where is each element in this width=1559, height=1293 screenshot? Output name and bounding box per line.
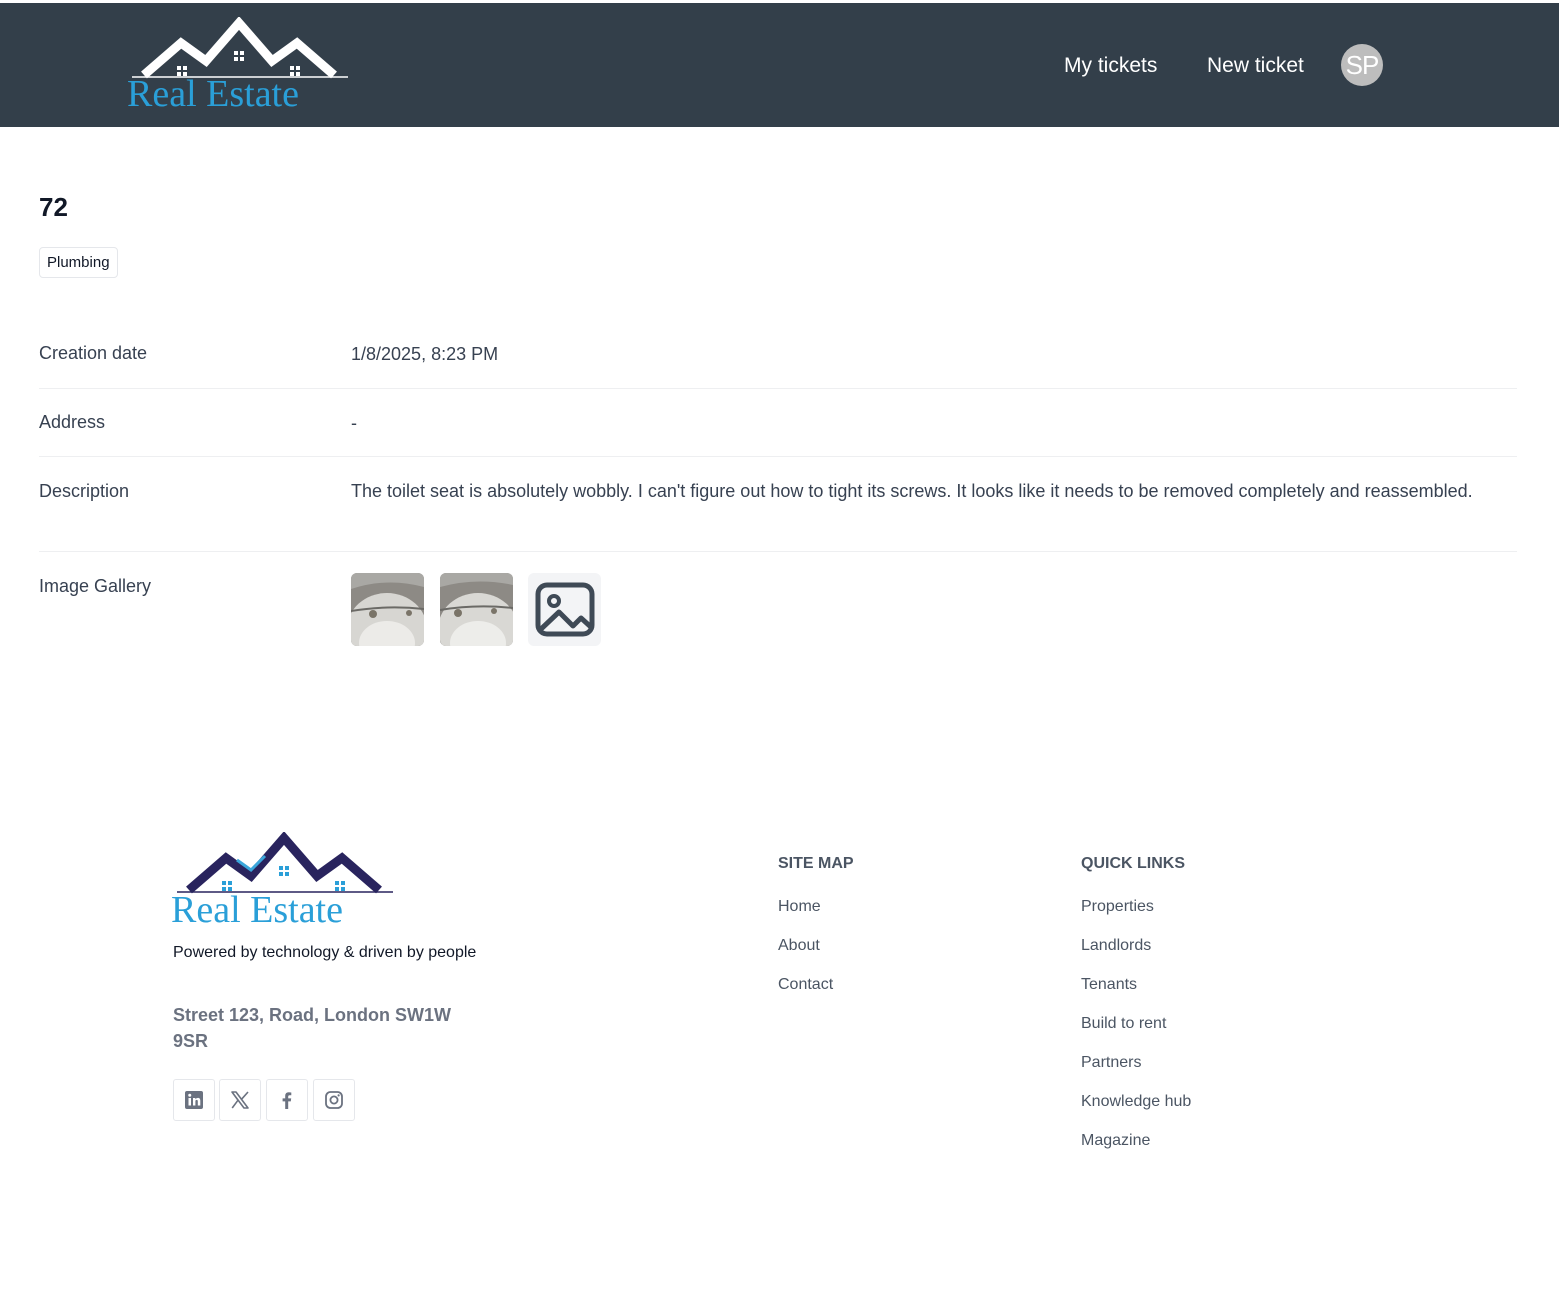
ticket-id-heading: 72	[39, 192, 68, 222]
footer-link-contact[interactable]: Contact	[778, 976, 833, 994]
footer-link-partners[interactable]: Partners	[1081, 1054, 1141, 1072]
footer-link-magazine[interactable]: Magazine	[1081, 1132, 1150, 1150]
creation-date-label: Creation date	[39, 343, 148, 363]
footer-link-properties[interactable]: Properties	[1081, 898, 1154, 916]
roofs-logo-icon	[177, 832, 393, 894]
nav-new-ticket-link[interactable]: New ticket	[1207, 53, 1304, 78]
gallery-photo-thumbnail[interactable]	[351, 573, 424, 646]
creation-date-row: Creation date 1/8/2025, 8:23 PM	[39, 330, 1517, 389]
address-value: -	[351, 413, 357, 433]
roofs-logo-icon	[132, 17, 348, 79]
description-row: Description The toilet seat is absolutel…	[39, 457, 1517, 552]
footer-link-landlords[interactable]: Landlords	[1081, 937, 1151, 955]
footer-logo[interactable]: Real Estate	[171, 832, 396, 936]
description-label: Description	[39, 481, 130, 501]
image-gallery-row: Image Gallery	[39, 552, 1517, 662]
facebook-icon[interactable]	[266, 1079, 308, 1121]
instagram-icon[interactable]	[313, 1079, 355, 1121]
header-logo[interactable]: Real Estate	[126, 17, 351, 121]
image-gallery-label: Image Gallery	[39, 576, 152, 596]
footer-link-build-to-rent[interactable]: Build to rent	[1081, 1015, 1166, 1033]
category-badge: Plumbing	[39, 247, 118, 278]
footer-link-knowledge-hub[interactable]: Knowledge hub	[1081, 1093, 1191, 1111]
site-map-heading: SITE MAP	[778, 855, 854, 872]
address-row: Address -	[39, 389, 1517, 457]
footer-link-tenants[interactable]: Tenants	[1081, 976, 1137, 994]
description-value: The toilet seat is absolutely wobbly. I …	[351, 481, 1473, 501]
user-avatar[interactable]: SP	[1341, 44, 1383, 86]
footer-link-home[interactable]: Home	[778, 898, 821, 916]
linkedin-icon[interactable]	[173, 1079, 215, 1121]
image-placeholder-icon[interactable]	[528, 573, 601, 646]
header-brand-text: Real Estate	[127, 73, 299, 115]
footer-link-about[interactable]: About	[778, 937, 820, 955]
creation-date-value: 1/8/2025, 8:23 PM	[351, 344, 499, 364]
nav-my-tickets-link[interactable]: My tickets	[1064, 53, 1157, 78]
footer-tagline: Powered by technology & driven by people	[173, 944, 477, 961]
footer-address: Street 123, Road, London SW1W 9SR	[173, 1005, 452, 1051]
address-label: Address	[39, 412, 106, 432]
top-navbar: Real Estate My tickets New ticket SP	[0, 3, 1559, 127]
footer-brand-text: Real Estate	[171, 889, 343, 931]
gallery-photo-thumbnail[interactable]	[440, 573, 513, 646]
quick-links-heading: QUICK LINKS	[1081, 855, 1185, 872]
x-icon[interactable]	[219, 1079, 261, 1121]
